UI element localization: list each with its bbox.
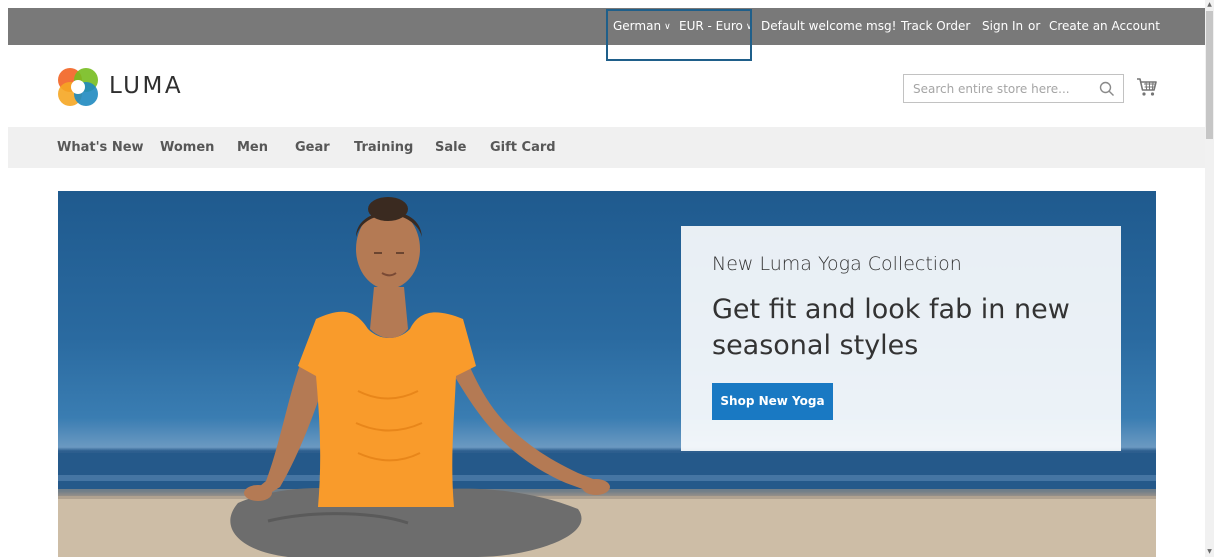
- search-icon[interactable]: [1099, 81, 1115, 97]
- language-switcher[interactable]: German ∨: [613, 18, 671, 35]
- track-order-link[interactable]: Track Order: [901, 18, 970, 34]
- luma-logo[interactable]: LUMA: [57, 66, 197, 108]
- luma-logo-icon: [58, 68, 98, 106]
- or-separator: or: [1028, 19, 1041, 33]
- welcome-message: Default welcome msg!: [761, 19, 897, 33]
- nav-item-men[interactable]: Men: [237, 140, 268, 156]
- promo-title: Get fit and look fab in new seasonal sty…: [712, 294, 1070, 361]
- page: German ∨ EUR - Euro ∨ Default welcome msg!…: [0, 0, 1214, 557]
- chevron-down-icon: ∨: [745, 22, 753, 32]
- search-form: [903, 74, 1124, 103]
- nav-item-women[interactable]: Women: [160, 140, 214, 156]
- create-account-link[interactable]: Create an Account: [1049, 18, 1160, 34]
- promo-subtitle: New Luma Yoga Collection: [712, 253, 962, 275]
- nav-item-gear[interactable]: Gear: [295, 140, 330, 156]
- header-panel: German ∨ EUR - Euro ∨ Default welcome msg!…: [8, 8, 1205, 45]
- logo-text: LUMA: [109, 73, 184, 99]
- nav-item-whats-new[interactable]: What's New: [57, 140, 144, 156]
- scroll-down-arrow-icon[interactable]: ▼: [1205, 547, 1214, 557]
- scrollbar-thumb[interactable]: [1206, 11, 1213, 139]
- nav-item-sale[interactable]: Sale: [435, 140, 466, 156]
- hero-banner[interactable]: New Luma Yoga Collection Get fit and loo…: [58, 191, 1156, 557]
- currency-switcher[interactable]: EUR - Euro ∨: [679, 18, 752, 35]
- main-navigation: What's New Women Men Gear Training Sale …: [8, 127, 1205, 168]
- chevron-down-icon: ∨: [664, 22, 671, 32]
- search-input[interactable]: [904, 75, 1094, 102]
- shop-new-yoga-button[interactable]: Shop New Yoga: [712, 383, 833, 420]
- sign-in-link[interactable]: Sign In: [982, 18, 1023, 34]
- page-scrollbar[interactable]: ▲ ▼: [1205, 0, 1214, 557]
- nav-item-gift-card[interactable]: Gift Card: [490, 140, 556, 156]
- language-label: German: [613, 19, 662, 33]
- currency-label: EUR - Euro: [679, 19, 743, 33]
- shopping-cart-icon[interactable]: [1136, 76, 1158, 98]
- scroll-up-arrow-icon[interactable]: ▲: [1205, 0, 1214, 10]
- promo-card: New Luma Yoga Collection Get fit and loo…: [681, 226, 1121, 451]
- nav-item-training[interactable]: Training: [354, 140, 413, 156]
